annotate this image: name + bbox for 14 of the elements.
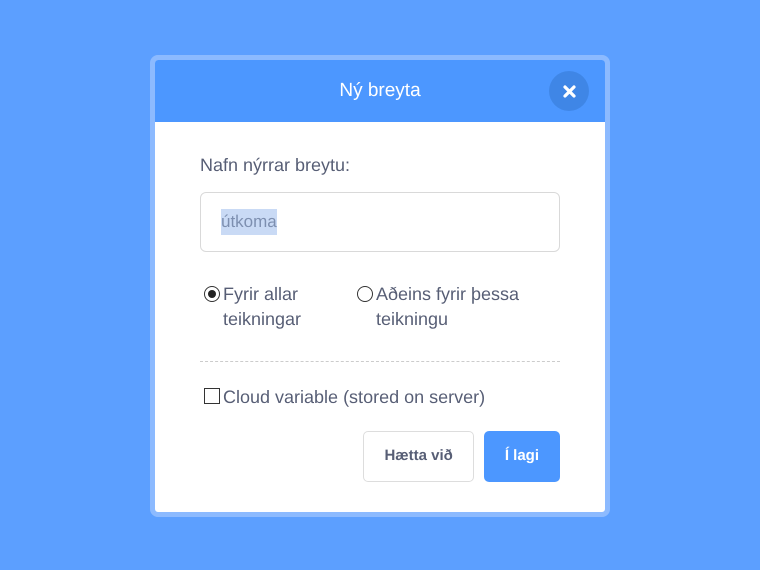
radio-button[interactable] (357, 286, 373, 302)
close-button[interactable] (549, 71, 589, 112)
radio-label: Aðeins fyrir þessa teikningu (376, 283, 520, 331)
radio-button[interactable] (204, 286, 220, 302)
checkbox[interactable] (204, 388, 220, 404)
radio-label: Fyrir allar teikningar (223, 283, 302, 331)
selected-text: útkoma (221, 209, 277, 235)
close-icon (562, 84, 576, 98)
dialog-title: Ný breyta (339, 78, 421, 103)
ok-button[interactable]: Í lagi (484, 430, 560, 482)
checkbox-label: Cloud variable (stored on server) (223, 386, 486, 407)
field-label: Nafn nýrrar breytu: (200, 154, 352, 178)
input-field[interactable]: útkoma (200, 192, 560, 252)
cancel-button[interactable]: Hætta við (363, 430, 474, 482)
